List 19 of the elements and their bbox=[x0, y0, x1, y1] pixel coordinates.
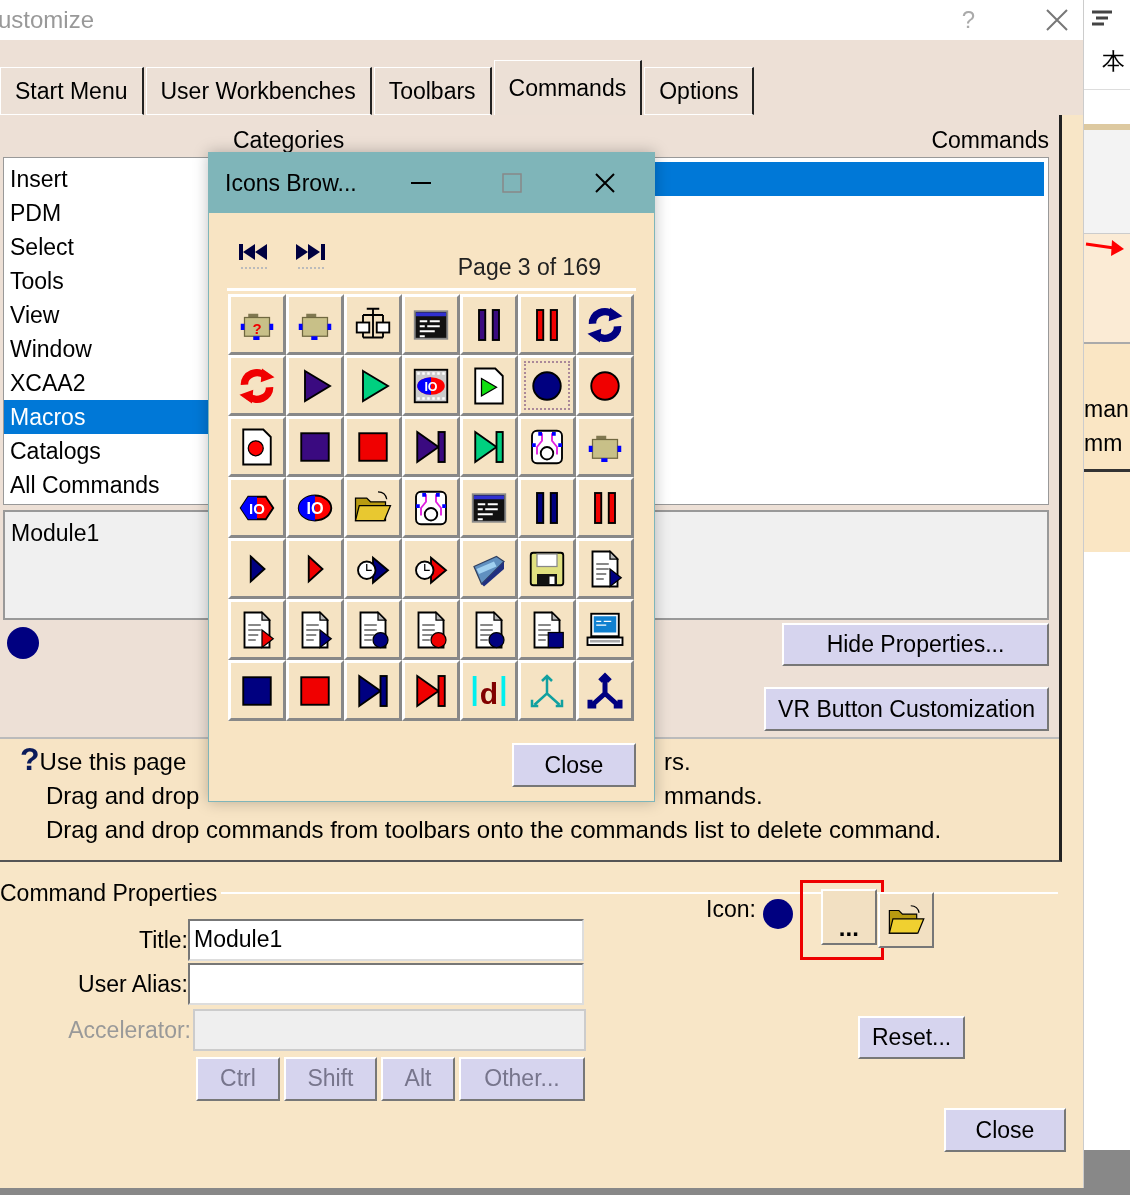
field-label: Title: bbox=[138, 925, 188, 955]
section-title: Command Properties bbox=[0, 879, 218, 908]
help-text: man bbox=[1084, 396, 1129, 422]
list-heading: Categories bbox=[233, 125, 345, 155]
help-text: Use this page bbox=[39, 747, 187, 777]
page-indicator: Page 3 of 169 bbox=[457, 252, 601, 282]
popup-title: Icons Brow... bbox=[225, 168, 358, 198]
field-label: Accelerator: bbox=[67, 1015, 191, 1045]
window-title: ustomize bbox=[0, 5, 96, 35]
field-label: User Alias: bbox=[77, 969, 188, 999]
field-label: Icon: bbox=[706, 895, 756, 924]
list-heading: Commands bbox=[931, 125, 1049, 155]
help-text: mm bbox=[1084, 430, 1123, 456]
help-text: rs. bbox=[664, 747, 691, 777]
menu-text: 本 bbox=[1102, 48, 1125, 74]
help-text: mmands. bbox=[664, 781, 763, 811]
help-text: Drag and drop bbox=[46, 781, 200, 811]
help-text: Drag and drop commands from toolbars onto the commands list to delete command. bbox=[46, 815, 942, 845]
help-mark: ? bbox=[20, 745, 40, 779]
